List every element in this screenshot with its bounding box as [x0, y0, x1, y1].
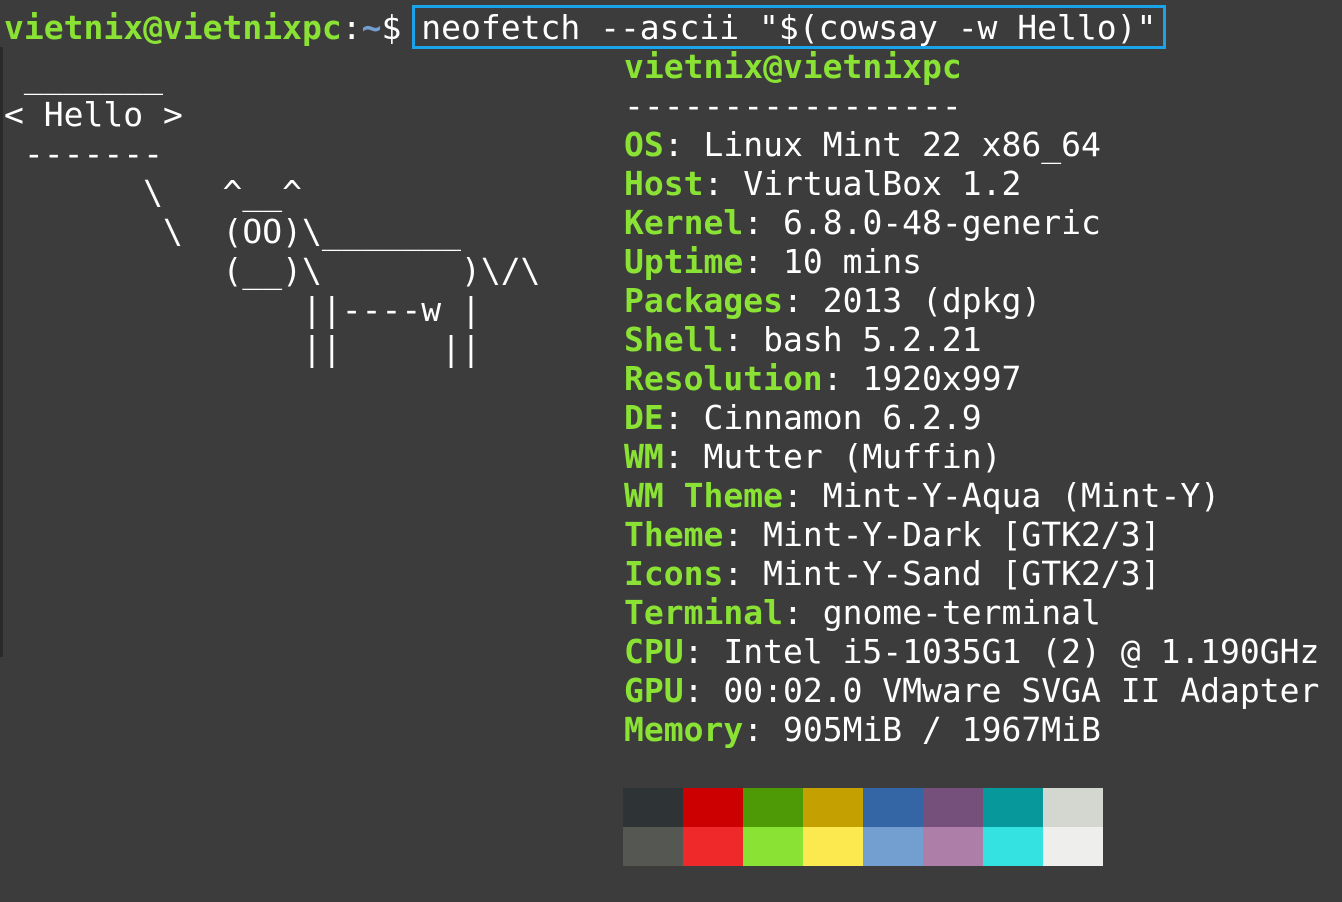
neofetch-title: vietnix@vietnixpc: [624, 47, 962, 86]
field-value: Mutter (Muffin): [703, 437, 1002, 476]
palette-swatch: [683, 788, 743, 827]
palette-swatch: [863, 827, 923, 866]
neofetch-field-row: CPU: Intel i5-1035G1 (2) @ 1.190GHz: [624, 632, 1319, 671]
field-key: Uptime: [624, 242, 744, 281]
field-colon: :: [743, 710, 783, 749]
field-value: 6.8.0-48-generic: [782, 203, 1101, 242]
neofetch-field-row: Uptime: 10 mins: [624, 242, 1319, 281]
field-colon: :: [663, 398, 704, 437]
field-key: WM Theme: [624, 476, 783, 515]
palette-swatch: [923, 788, 983, 827]
field-value: Cinnamon 6.2.9: [703, 398, 982, 437]
field-colon: :: [743, 242, 783, 281]
field-key: OS: [624, 125, 664, 164]
field-key: Resolution: [624, 359, 823, 398]
window-edge: [0, 47, 3, 657]
palette-swatch: [1043, 788, 1103, 827]
field-key: Packages: [624, 281, 783, 320]
neofetch-field-row: WM Theme: Mint-Y-Aqua (Mint-Y): [624, 476, 1319, 515]
cowsay-ascii-art: _______ < Hello > ------- \ ^__^ \ (OO)\…: [4, 56, 541, 368]
palette-swatch: [623, 827, 683, 866]
color-palette: [623, 788, 1103, 866]
field-colon: :: [723, 320, 764, 359]
field-key: Memory: [624, 710, 744, 749]
field-colon: :: [782, 281, 823, 320]
neofetch-field-row: OS: Linux Mint 22 x86_64: [624, 125, 1319, 164]
field-key: Icons: [624, 554, 724, 593]
field-value: VirtualBox 1.2: [743, 164, 1022, 203]
field-colon: :: [723, 515, 764, 554]
field-value: 10 mins: [782, 242, 923, 281]
field-value: gnome-terminal: [822, 593, 1101, 632]
palette-swatch: [743, 788, 803, 827]
neofetch-fields: OS: Linux Mint 22 x86_64 Host: VirtualBox…: [624, 125, 1319, 749]
neofetch-field-row: Memory: 905MiB / 1967MiB: [624, 710, 1319, 749]
prompt-user-host: vietnix@vietnixpc: [4, 8, 342, 47]
field-key: Theme: [624, 515, 724, 554]
command-highlight-box: [412, 5, 1166, 49]
field-colon: :: [782, 476, 823, 515]
field-key: Kernel: [624, 203, 744, 242]
field-colon: :: [723, 554, 764, 593]
field-key: Terminal: [624, 593, 783, 632]
palette-swatch: [623, 788, 683, 827]
neofetch-field-row: Host: VirtualBox 1.2: [624, 164, 1319, 203]
field-value: Linux Mint 22 x86_64: [703, 125, 1101, 164]
neofetch-field-row: Resolution: 1920x997: [624, 359, 1319, 398]
neofetch-field-row: Terminal: gnome-terminal: [624, 593, 1319, 632]
field-value: 905MiB / 1967MiB: [782, 710, 1101, 749]
palette-swatch: [983, 827, 1043, 866]
field-value: Mint-Y-Sand [GTK2/3]: [763, 554, 1161, 593]
neofetch-field-row: GPU: 00:02.0 VMware SVGA II Adapter: [624, 671, 1319, 710]
field-key: Shell: [624, 320, 724, 359]
neofetch-field-row: Kernel: 6.8.0-48-generic: [624, 203, 1319, 242]
field-colon: :: [683, 632, 724, 671]
field-key: WM: [624, 437, 664, 476]
field-value: Intel i5-1035G1 (2) @ 1.190GHz: [723, 632, 1320, 671]
field-value: Mint-Y-Aqua (Mint-Y): [822, 476, 1221, 515]
prompt-symbol: $: [381, 8, 402, 47]
field-colon: :: [703, 164, 744, 203]
field-colon: :: [822, 359, 863, 398]
palette-swatch: [923, 827, 983, 866]
neofetch-field-row: WM: Mutter (Muffin): [624, 437, 1319, 476]
neofetch-underline: -----------------: [624, 86, 962, 125]
field-value: Mint-Y-Dark [GTK2/3]: [763, 515, 1161, 554]
palette-swatch: [983, 788, 1043, 827]
neofetch-field-row: Theme: Mint-Y-Dark [GTK2/3]: [624, 515, 1319, 554]
neofetch-field-row: Packages: 2013 (dpkg): [624, 281, 1319, 320]
prompt-path: ~: [361, 8, 382, 47]
field-colon: :: [782, 593, 823, 632]
neofetch-field-row: Shell: bash 5.2.21: [624, 320, 1319, 359]
field-colon: :: [683, 671, 724, 710]
field-colon: :: [663, 125, 704, 164]
neofetch-field-row: Icons: Mint-Y-Sand [GTK2/3]: [624, 554, 1319, 593]
field-value: 1920x997: [862, 359, 1022, 398]
palette-swatch: [1043, 827, 1103, 866]
palette-swatch: [803, 788, 863, 827]
field-value: bash 5.2.21: [763, 320, 982, 359]
palette-swatch: [863, 788, 923, 827]
palette-swatch: [803, 827, 863, 866]
palette-swatch: [743, 827, 803, 866]
prompt-separator: :: [341, 8, 362, 47]
field-colon: :: [743, 203, 783, 242]
field-key: GPU: [624, 671, 684, 710]
field-value: 2013 (dpkg): [822, 281, 1042, 320]
palette-swatch: [683, 827, 743, 866]
neofetch-info: vietnix@vietnixpc ----------------- OS: …: [624, 47, 1319, 749]
field-value: 00:02.0 VMware SVGA II Adapter: [723, 671, 1320, 710]
terminal-window[interactable]: vietnix@vietnixpc:~$ neofetch --ascii "$…: [0, 0, 1342, 902]
field-key: DE: [624, 398, 664, 437]
field-colon: :: [663, 437, 704, 476]
field-key: CPU: [624, 632, 684, 671]
neofetch-field-row: DE: Cinnamon 6.2.9: [624, 398, 1319, 437]
field-key: Host: [624, 164, 704, 203]
